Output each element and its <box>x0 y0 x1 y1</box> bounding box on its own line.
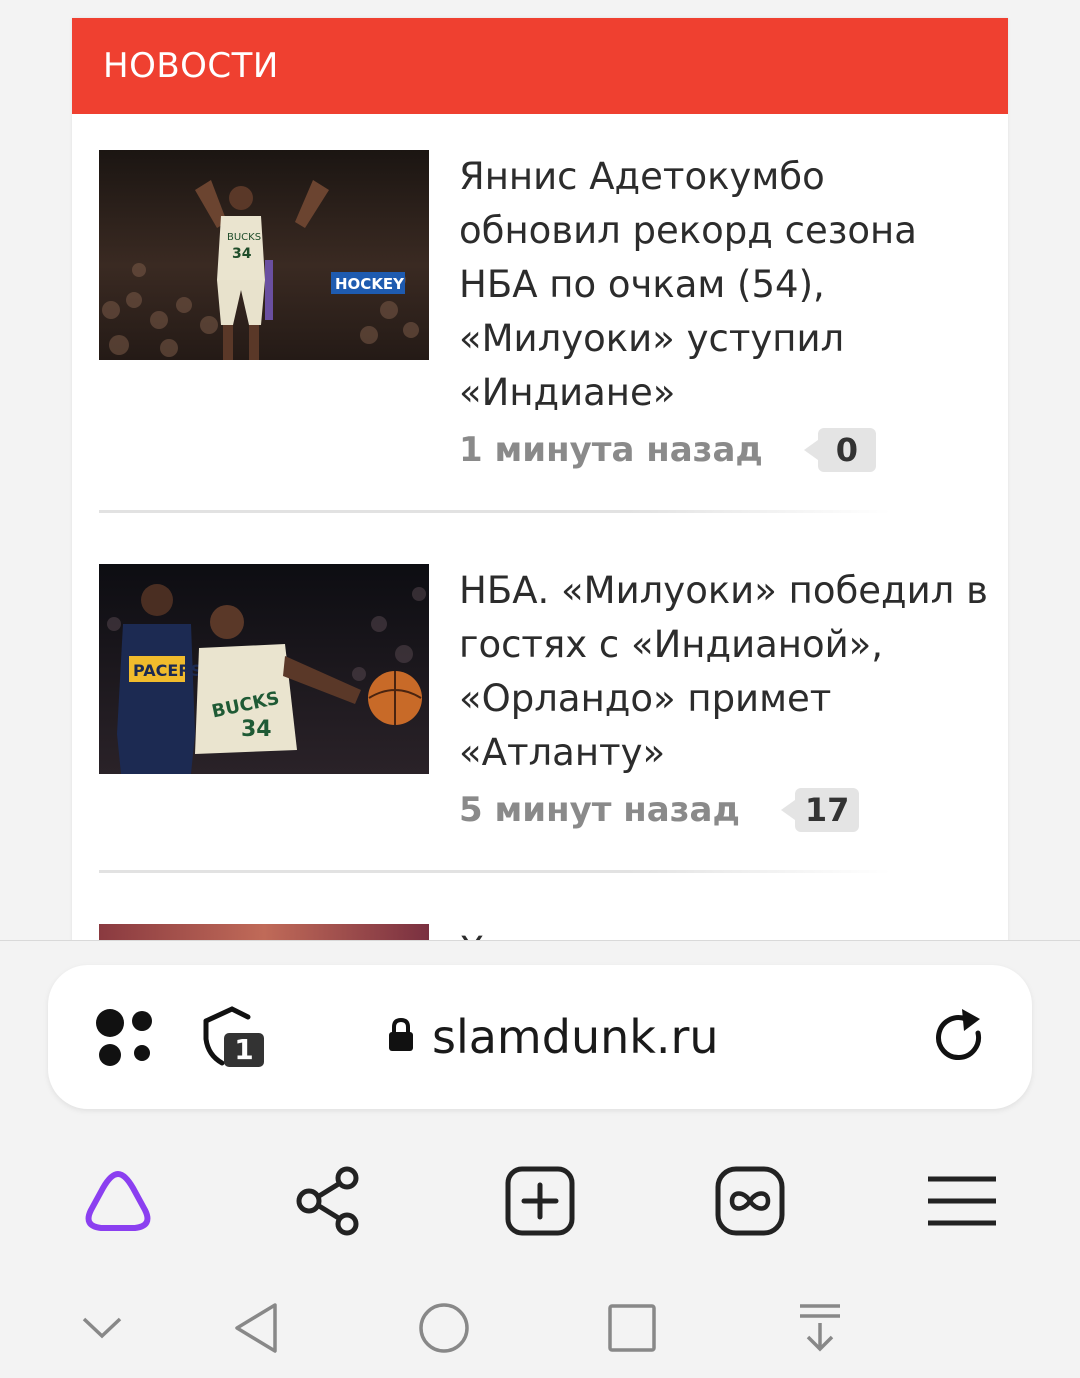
news-meta: 1 минута назад 0 <box>459 428 876 472</box>
home-icon[interactable] <box>404 1288 484 1368</box>
section-title: НОВОСТИ <box>103 46 279 86</box>
jersey-text: BUCKS <box>227 232 261 243</box>
jersey-number: 34 <box>241 717 272 742</box>
lock-icon <box>388 1017 414 1056</box>
url-text: slamdunk.ru <box>432 1010 719 1064</box>
news-meta: 5 минут назад 17 <box>459 788 860 832</box>
address-bar[interactable]: 1 slamdunk.ru <box>48 965 1032 1109</box>
news-time: 5 минут назад <box>459 790 740 830</box>
url-field[interactable]: slamdunk.ru <box>388 1005 719 1069</box>
recents-icon[interactable] <box>592 1288 672 1368</box>
new-tab-icon[interactable] <box>490 1151 590 1251</box>
jersey-number: 34 <box>232 246 252 262</box>
reload-icon[interactable] <box>932 1007 988 1069</box>
comments-count-badge[interactable]: 17 <box>781 788 860 832</box>
section-header[interactable]: НОВОСТИ <box>72 18 1008 114</box>
news-title[interactable]: Яннис Адетокумбо обновил рекорд сезона Н… <box>459 150 989 420</box>
jersey-text: PACERS <box>133 661 202 680</box>
divider <box>99 510 979 513</box>
alice-icon[interactable] <box>68 1151 168 1251</box>
basketball-photo-giannis: HOCKEY BUCKS 34 <box>99 150 429 360</box>
tab-count: 1 <box>234 1032 254 1066</box>
news-thumbnail[interactable]: PACERS BUCKS 34 <box>99 564 429 774</box>
system-nav-bar <box>0 1270 1080 1378</box>
news-item[interactable]: HOCKEY BUCKS 34 Яннис Адетокумбо обновил… <box>99 150 979 530</box>
news-title[interactable]: НБА. «Милуоки» победил в гостях с «Индиа… <box>459 564 989 780</box>
share-icon[interactable] <box>278 1151 378 1251</box>
browser-toolbar <box>0 1151 1080 1261</box>
comments-count-badge[interactable]: 0 <box>803 428 876 472</box>
news-time: 1 минута назад <box>459 430 763 470</box>
arena-banner-text: HOCKEY <box>335 275 405 293</box>
dots-grid-icon[interactable] <box>94 1007 156 1073</box>
news-item[interactable]: PACERS BUCKS 34 НБА. «Милуоки» победил в… <box>99 564 988 924</box>
news-card: НОВОСТИ HOCKEY BUCKS 34 Яннис Адетокумбо… <box>72 18 1008 958</box>
back-icon[interactable] <box>216 1288 296 1368</box>
shield-icon[interactable]: 1 <box>202 1005 272 1071</box>
basketball-photo-game: PACERS BUCKS 34 <box>99 564 429 774</box>
collapse-icon[interactable] <box>62 1288 142 1368</box>
menu-icon[interactable] <box>912 1151 1012 1251</box>
divider <box>99 870 979 873</box>
browser-panel: 1 slamdunk.ru <box>0 940 1080 1271</box>
download-icon[interactable] <box>780 1288 860 1368</box>
tabs-infinity-icon[interactable] <box>700 1151 800 1251</box>
news-thumbnail[interactable]: HOCKEY BUCKS 34 <box>99 150 429 360</box>
